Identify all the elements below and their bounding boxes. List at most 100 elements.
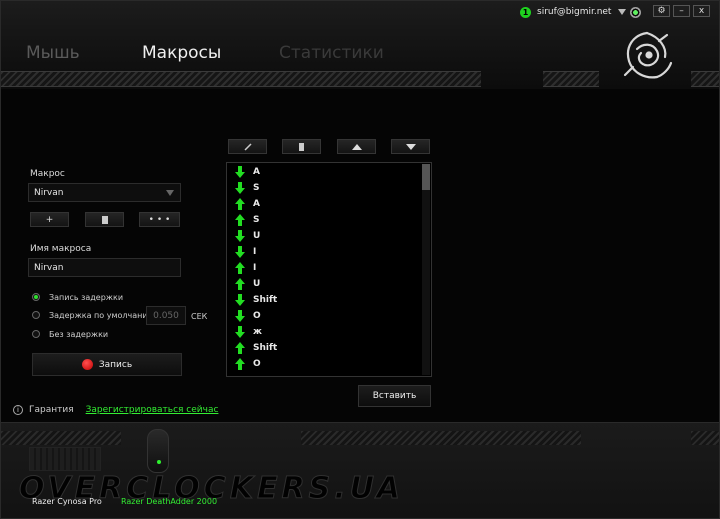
event-key: Shift [253,295,278,305]
macro-select[interactable]: Nirvan [28,183,181,202]
trash-icon [101,215,108,224]
device-name-cynosa[interactable]: Razer Cynosa Pro [32,497,102,506]
event-key: I [253,263,257,273]
insert-button[interactable]: Вставить [358,385,431,407]
macro-select-value: Nirvan [34,187,64,198]
user-area: 1 siruf@bigmir.net [520,5,642,19]
warranty-row: i Гарантия Зарегистрироваться сейчас [13,405,218,415]
mouse-device-image[interactable] [147,429,169,473]
event-row[interactable]: U [235,228,260,244]
event-key: O [253,311,261,321]
footer-stripe [301,431,581,445]
arrow-down-icon [235,294,245,306]
delete-event-button[interactable] [282,139,321,154]
arrow-up-icon [235,278,245,290]
event-row[interactable]: O [235,356,261,372]
event-row[interactable]: O [235,308,261,324]
radio-record-delay-label: Запись задержки [49,293,124,302]
radio-record-delay[interactable] [32,293,40,301]
minimize-button[interactable]: – [673,5,690,17]
more-options-button[interactable]: • • • [139,212,180,227]
add-macro-button[interactable]: + [30,212,69,227]
record-button[interactable]: Запись [32,353,182,376]
header-stripe [543,71,599,87]
radio-no-delay-label: Без задержки [49,330,109,339]
record-button-label: Запись [98,359,133,370]
header-stripe [1,71,481,87]
event-row[interactable]: S [235,212,259,228]
arrow-down-icon [235,182,245,194]
mouse-led [157,460,161,464]
event-key: O [253,359,261,369]
arrow-up-icon [235,262,245,274]
footer-stripe [691,431,719,445]
event-key: I [253,247,257,257]
radio-default-delay-label: Задержка по умолчанию [49,311,155,320]
tab-macros[interactable]: Макросы [142,43,221,63]
info-icon: i [13,405,23,415]
event-key: A [253,199,260,209]
event-row[interactable]: S [235,180,259,196]
settings-button[interactable]: ⚙ [653,5,670,17]
register-now-link[interactable]: Зарегистрироваться сейчас [86,405,219,415]
tab-statistics[interactable]: Статистики [279,43,384,63]
arrow-down-icon [235,230,245,242]
delay-unit: СЕК [191,312,208,321]
footer-stripe [1,431,121,445]
header-stripe [691,71,719,87]
razer-logo-icon [623,31,673,79]
macro-name-label: Имя макроса [30,244,92,254]
event-key: S [253,183,260,193]
arrow-down-icon [235,246,245,258]
move-up-button[interactable] [337,139,376,154]
macro-event-list[interactable]: A S A S U I I U Shift Oж Shift O [226,162,432,377]
scrollbar-thumb[interactable] [422,164,430,190]
notification-badge[interactable]: 1 [520,6,531,18]
default-delay-input[interactable]: 0.050 [146,306,186,325]
tab-mouse[interactable]: Мышь [26,43,80,63]
chevron-down-icon[interactable] [618,9,627,15]
trash-icon [299,142,304,151]
delete-macro-button[interactable] [85,212,124,227]
event-row[interactable]: Shift [235,292,277,308]
user-email[interactable]: siruf@bigmir.net [537,7,611,17]
event-row[interactable]: ж [235,324,262,340]
record-icon [81,359,93,370]
event-row[interactable]: Shift [235,340,277,356]
event-row[interactable]: A [235,164,260,180]
event-row[interactable]: I [235,244,256,260]
arrow-down-icon [235,326,245,338]
sync-icon[interactable] [630,6,642,18]
event-key: S [253,215,260,225]
macro-name-value: Nirvan [34,262,64,273]
event-key: A [253,167,260,177]
event-row[interactable]: U [235,276,260,292]
close-button[interactable]: x [693,5,710,17]
edit-event-button[interactable] [228,139,267,154]
device-name-deathadder[interactable]: Razer DeathAdder 2000 [121,497,217,506]
arrow-down-icon [235,166,245,178]
arrow-up-icon [235,358,245,370]
macro-label: Макрос [30,169,65,179]
header: 1 siruf@bigmir.net ⚙ – x Мышь Макросы Ст… [1,1,719,89]
radio-no-delay[interactable] [32,330,40,338]
event-row[interactable]: A [235,196,260,212]
move-down-button[interactable] [391,139,430,154]
default-delay-value: 0.050 [153,310,179,321]
triangle-up-icon [351,143,362,150]
triangle-down-icon [405,143,416,150]
keyboard-device-image[interactable] [29,447,101,471]
macro-name-input[interactable]: Nirvan [28,258,181,277]
event-key: U [253,231,261,241]
radio-default-delay[interactable] [32,311,40,319]
event-key: Shift [253,343,278,353]
warranty-label: Гарантия [29,405,74,415]
pencil-icon [243,142,252,151]
window-controls: ⚙ – x [653,5,710,17]
arrow-up-icon [235,342,245,354]
chevron-down-icon [166,190,174,196]
scrollbar[interactable] [422,164,430,375]
arrow-up-icon [235,198,245,210]
event-row[interactable]: I [235,260,256,276]
arrow-down-icon [235,310,245,322]
